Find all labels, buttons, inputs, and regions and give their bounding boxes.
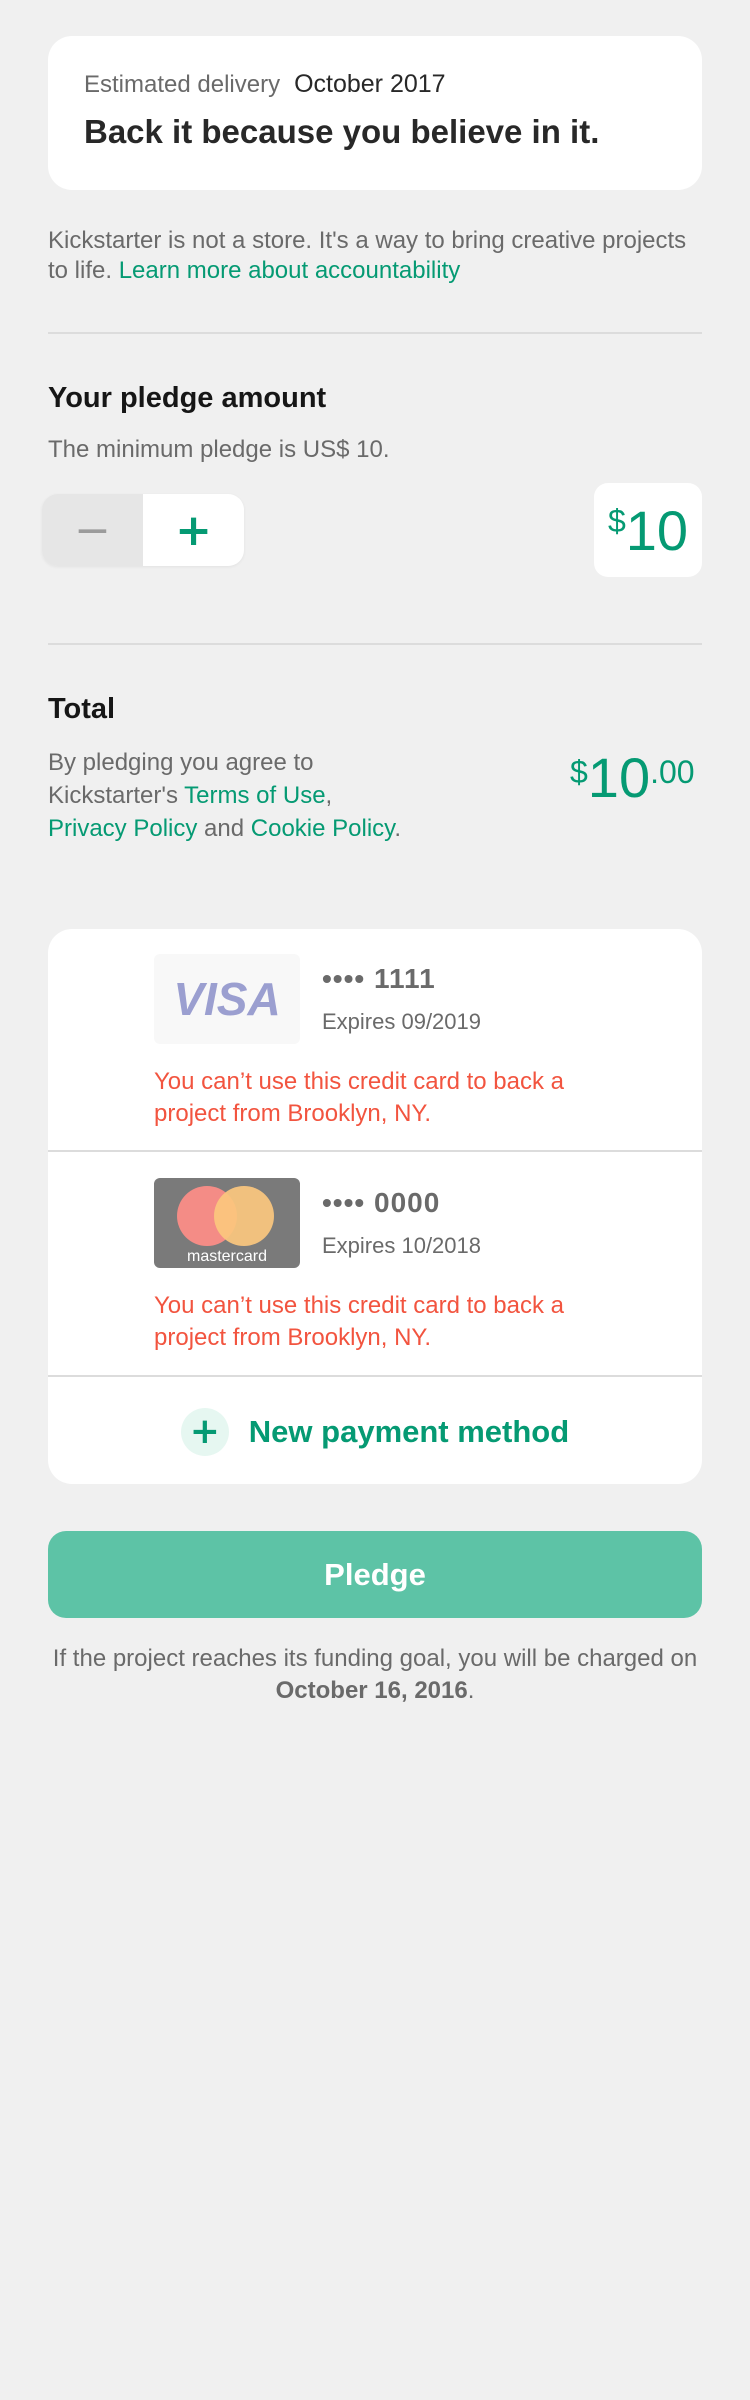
pledge-currency: $: [607, 503, 626, 539]
mastercard-logo-svg: mastercard: [177, 1186, 274, 1265]
cookie-policy-link[interactable]: Cookie Policy: [251, 815, 395, 842]
terms-and: and: [204, 815, 245, 842]
plus-icon: +: [180, 1407, 229, 1456]
pledge-amount-field[interactable]: $ 10: [594, 483, 702, 577]
accountability-info: Kickstarter is not a store. It's a way t…: [48, 226, 702, 286]
delivery-date: October 2017: [294, 70, 446, 98]
card-number: •••• 1111: [322, 963, 436, 994]
delivery-card: Estimated delivery October 2017 Back it …: [48, 36, 702, 190]
visa-logo-svg: VISA: [173, 977, 280, 1021]
card-expiry: Expires 10/2018: [322, 1233, 481, 1258]
plus-icon: +: [175, 504, 212, 556]
increase-pledge-button[interactable]: +: [143, 494, 244, 566]
charge-notice: If the project reaches its funding goal,…: [48, 1643, 702, 1707]
delivery-tagline: Back it because you believe in it.: [84, 113, 600, 150]
terms-text: By pledging you agree to Kickstarter's T…: [48, 746, 408, 845]
charge-notice-period: .: [467, 1677, 475, 1704]
delivery-row: Estimated delivery October 2017: [84, 70, 666, 99]
terms-period: .: [394, 815, 402, 842]
card-error-message: You can’t use this credit card to back a…: [154, 1068, 565, 1127]
new-payment-method-button[interactable]: + New payment method: [48, 1379, 702, 1484]
divider: [48, 643, 702, 645]
pledge-stepper: − +: [42, 494, 244, 566]
decrease-pledge-button[interactable]: −: [42, 494, 143, 566]
accountability-link[interactable]: Learn more about accountability: [119, 257, 461, 284]
mastercard-logo-text: mastercard: [187, 1248, 267, 1265]
total-amount: $ 10 .00: [570, 748, 695, 808]
minimum-pledge-text: The minimum pledge is US$ 10.: [48, 436, 390, 463]
card-expiry: Expires 09/2019: [322, 1009, 481, 1034]
payment-methods-card: VISA •••• 1111 Expires 09/2019 You can’t…: [48, 929, 702, 1484]
minus-icon: −: [74, 504, 111, 556]
total-currency: $: [570, 754, 588, 790]
delivery-label: Estimated delivery: [84, 71, 281, 98]
mastercard-circle-right: [214, 1186, 274, 1246]
total-amount-decimal: .00: [650, 754, 695, 790]
charge-notice-text: If the project reaches its funding goal,…: [52, 1645, 698, 1672]
pledge-amount-title: Your pledge amount: [48, 382, 327, 414]
payment-method-visa[interactable]: VISA •••• 1111 Expires 09/2019 You can’t…: [48, 929, 702, 1152]
terms-of-use-link[interactable]: Terms of Use: [184, 782, 325, 809]
card-number: •••• 0000: [322, 1187, 441, 1218]
divider: [48, 332, 702, 334]
new-payment-method-label: New payment method: [248, 1413, 570, 1449]
privacy-policy-link[interactable]: Privacy Policy: [48, 815, 197, 842]
terms-comma: ,: [325, 782, 333, 809]
visa-logo-icon: VISA: [154, 954, 300, 1044]
mastercard-logo-icon: mastercard: [154, 1178, 300, 1268]
pledge-value: 10: [625, 498, 689, 562]
pledge-screen: Estimated delivery October 2017 Back it …: [0, 0, 750, 2400]
pledge-button[interactable]: Pledge: [48, 1531, 702, 1618]
charge-date: October 16, 2016: [275, 1677, 468, 1704]
visa-logo-text: VISA: [173, 977, 280, 1021]
total-title: Total: [48, 693, 116, 725]
total-amount-integer: 10: [587, 746, 651, 809]
card-error-message: You can’t use this credit card to back a…: [154, 1292, 565, 1351]
payment-method-mastercard[interactable]: mastercard •••• 0000 Expires 10/2018 You…: [48, 1154, 702, 1377]
